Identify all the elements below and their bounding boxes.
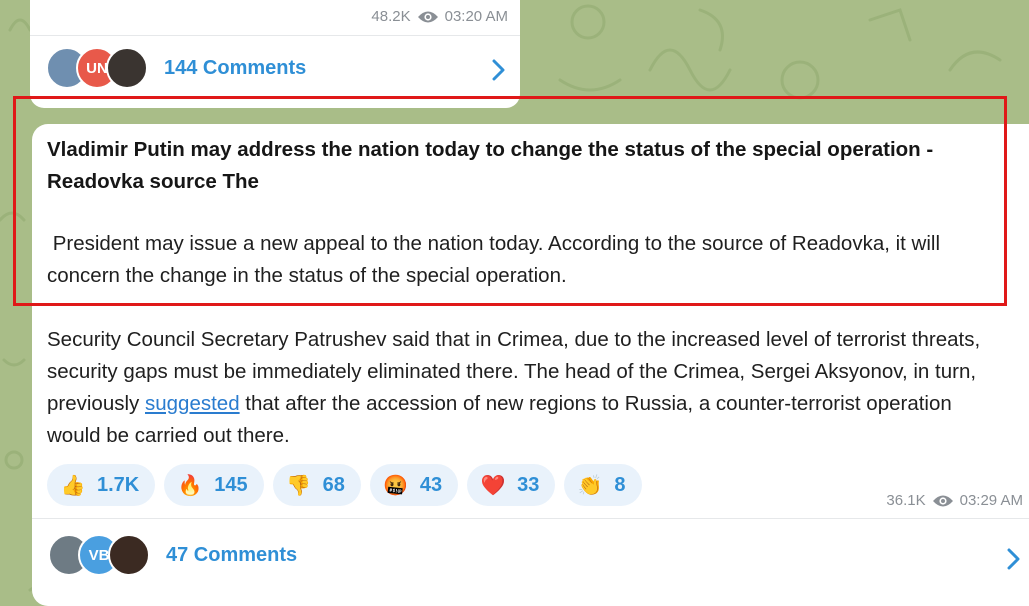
previous-views-count: 48.2K bbox=[371, 8, 411, 25]
suggested-link[interactable]: suggested bbox=[145, 392, 240, 415]
reaction-count: 43 bbox=[419, 473, 443, 496]
thumbs-down-icon: 👎 bbox=[286, 474, 312, 497]
angry-face-icon: 🤬 bbox=[383, 474, 409, 497]
comments-label[interactable]: 47 Comments bbox=[166, 544, 297, 567]
fire-icon: 🔥 bbox=[177, 474, 203, 497]
reaction-clapping-hands[interactable]: 👏 8 bbox=[564, 464, 642, 506]
thumbs-up-icon: 👍 bbox=[60, 474, 86, 497]
previous-message-card: 48.2K 03:20 AM UN 144 Comments bbox=[30, 0, 520, 108]
reaction-count: 145 bbox=[214, 473, 248, 496]
previous-comments-link[interactable]: UN 144 Comments bbox=[46, 47, 306, 89]
heart-icon: ❤️ bbox=[480, 474, 506, 497]
reaction-count: 8 bbox=[614, 473, 626, 496]
previous-message-meta: 48.2K 03:20 AM bbox=[371, 8, 508, 25]
clapping-hands-icon: 👏 bbox=[577, 474, 603, 497]
message-meta: 36.1K 03:29 AM bbox=[886, 492, 1023, 509]
avatar bbox=[108, 534, 150, 576]
reaction-angry-face[interactable]: 🤬 43 bbox=[369, 464, 459, 506]
reaction-thumbs-up[interactable]: 👍 1.7K bbox=[47, 464, 156, 506]
post-paragraph-1: President may issue a new appeal to the … bbox=[47, 232, 946, 287]
eye-icon bbox=[417, 11, 438, 22]
post-headline: Vladimir Putin may address the nation to… bbox=[47, 138, 934, 193]
previous-message-time: 03:20 AM bbox=[444, 8, 508, 25]
reaction-count: 68 bbox=[322, 473, 345, 496]
chevron-right-icon[interactable] bbox=[1007, 545, 1021, 577]
eye-icon bbox=[932, 495, 953, 506]
reaction-heart[interactable]: ❤️ 33 bbox=[467, 464, 556, 506]
divider bbox=[32, 518, 1029, 519]
divider bbox=[30, 35, 520, 36]
reactions-bar: 👍 1.7K 🔥 145 👎 68 🤬 43 ❤️ 33 👏 8 bbox=[47, 464, 642, 506]
reaction-count: 1.7K bbox=[97, 473, 140, 496]
commenter-avatars: UN bbox=[46, 47, 148, 89]
post-paragraph-2: Security Council Secretary Patrushev sai… bbox=[47, 324, 997, 452]
avatar bbox=[106, 47, 148, 89]
previous-comments-label[interactable]: 144 Comments bbox=[164, 57, 306, 80]
message-time: 03:29 AM bbox=[959, 492, 1023, 509]
views-count: 36.1K bbox=[886, 492, 926, 509]
comments-link[interactable]: VB 47 Comments bbox=[48, 534, 297, 576]
commenter-avatars: VB bbox=[48, 534, 150, 576]
reaction-thumbs-down[interactable]: 👎 68 bbox=[272, 464, 361, 506]
reaction-fire[interactable]: 🔥 145 bbox=[164, 464, 264, 506]
reaction-count: 33 bbox=[517, 473, 540, 496]
chevron-right-icon[interactable] bbox=[492, 56, 506, 88]
